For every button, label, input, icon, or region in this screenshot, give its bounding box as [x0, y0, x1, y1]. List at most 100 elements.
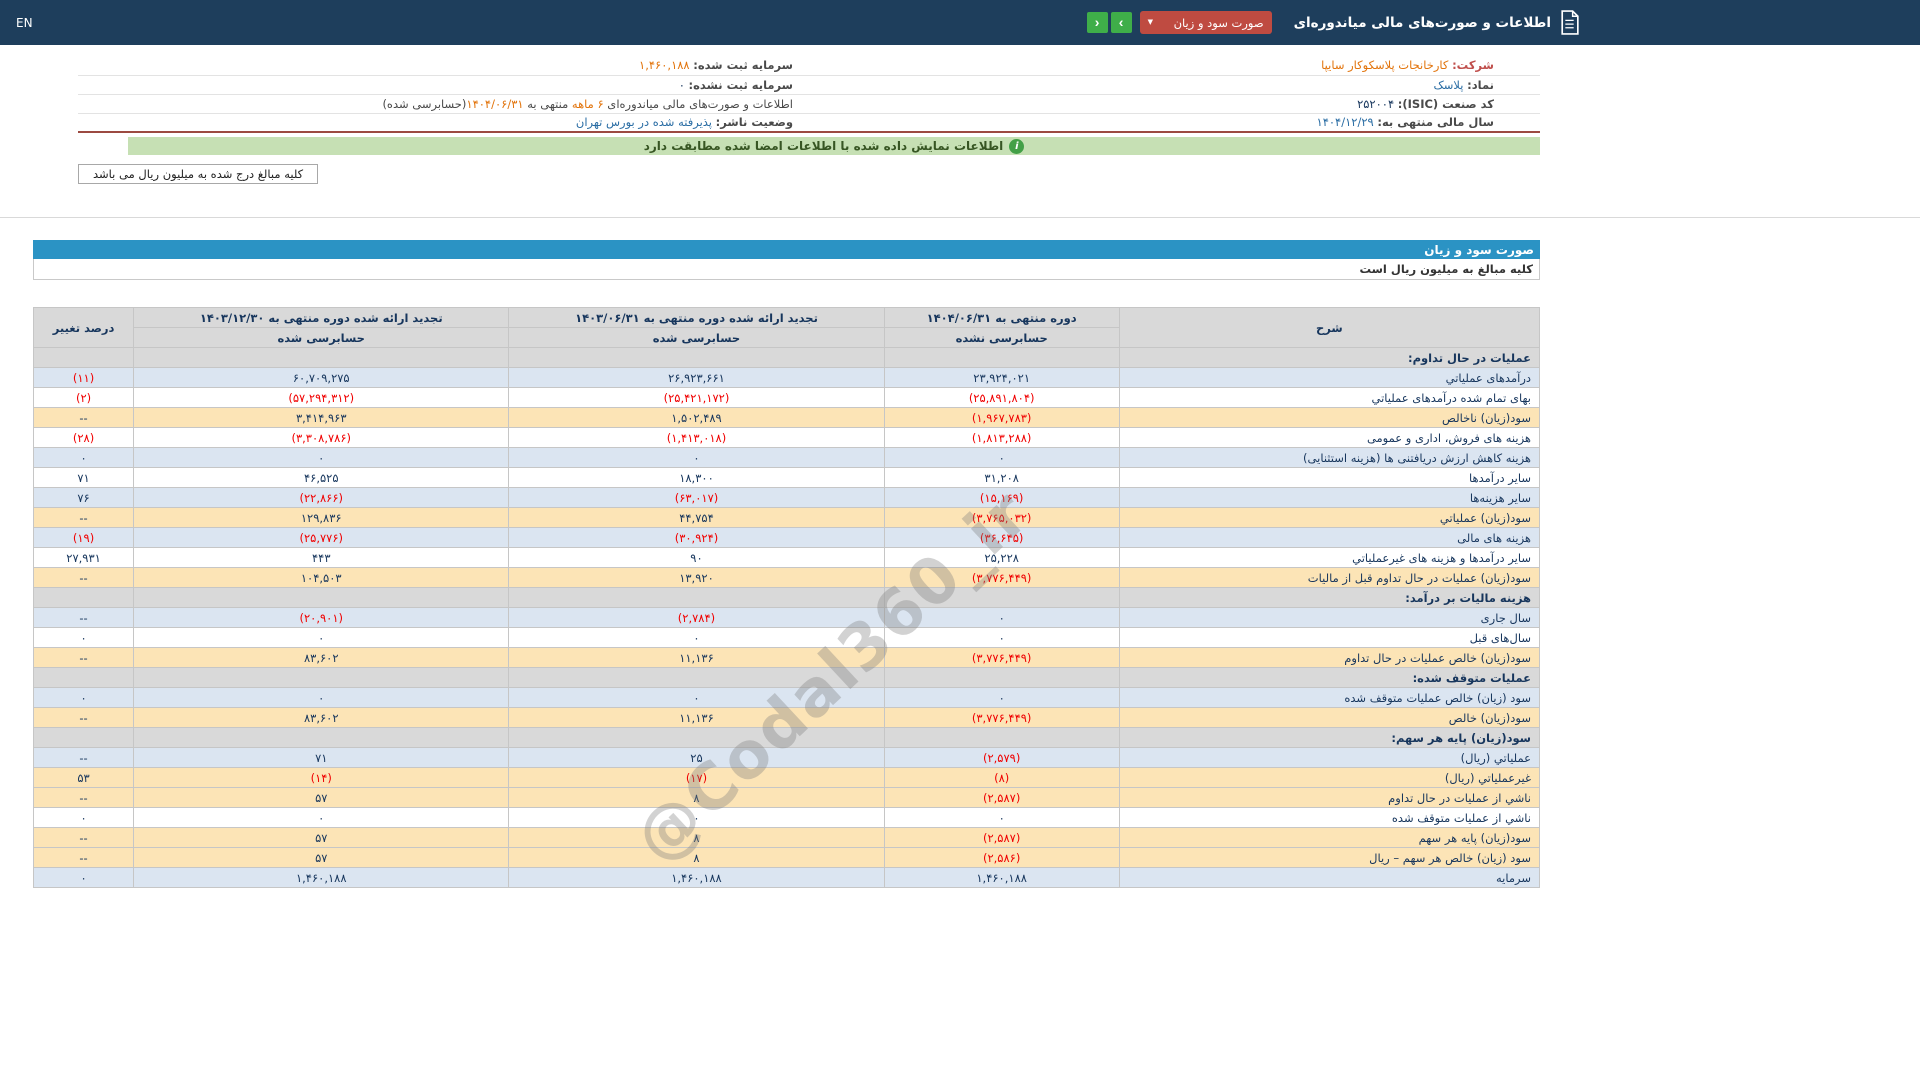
row-label: سایر درآمدها و هزینه های غیرعملیاتي: [1118, 547, 1541, 568]
period-value: ۸۳,۶۰۲: [133, 647, 510, 668]
statement-row: سال جاری ۰ (۲,۷۸۴) (۲۰,۹۰۱) --: [32, 607, 1541, 628]
change-percent-value: ۰: [32, 627, 135, 648]
change-percent-value: --: [32, 407, 135, 428]
change-percent-value: --: [32, 647, 135, 668]
change-percent-value: [32, 347, 135, 368]
row-label: عملیاتي (ریال): [1118, 747, 1541, 768]
change-percent-value: [32, 587, 135, 608]
change-percent-value: [32, 667, 135, 688]
change-percent-value: --: [32, 507, 135, 528]
change-percent-value: (۲): [32, 387, 135, 408]
period-value: (۲۵,۷۷۶): [133, 527, 510, 548]
statement-table-body: عملیات در حال تداوم: درآمدهای عملیاتي ۲۳,۹…: [32, 347, 1541, 888]
period-value: ۰: [508, 447, 885, 468]
period-value: ۴۴۳: [133, 547, 510, 568]
row-label: غیرعملیاتي (ریال): [1118, 767, 1541, 788]
registered-capital-value: ۱,۴۶۰,۱۸۸: [639, 58, 690, 73]
period-value: (۲,۷۸۴): [508, 607, 885, 628]
statement-section: صورت سود و زیان کلیه مبالغ به میلیون ریا…: [32, 240, 1541, 888]
period-value: ۲۵,۲۲۸: [883, 547, 1120, 568]
statement-row: سود(زیان) عملیاتي (۳,۷۶۵,۰۳۲) ۴۴,۷۵۴ ۱۲۹,۸۳…: [32, 507, 1541, 528]
period-value: [133, 727, 510, 748]
row-label: سال جاری: [1118, 607, 1541, 628]
period-value: ۰: [883, 607, 1120, 628]
period-value: ۰: [133, 687, 510, 708]
period-value: ۱۸,۳۰۰: [508, 467, 885, 488]
statement-row: سال‌های قبل ۰ ۰ ۰ ۰: [32, 627, 1541, 648]
company-name-label: شرکت:: [1452, 58, 1494, 73]
statement-row: هزینه کاهش ارزش دریافتنی ها (هزینه استثن…: [32, 447, 1541, 468]
issuer-status-value: پذیرفته شده در بورس تهران: [575, 115, 713, 130]
statement-row: ناشي از عملیات در حال تداوم (۲,۵۸۷) ۸ ۵۷ --: [32, 787, 1541, 808]
row-label: سود (زیان) خالص هر سهم – ریال: [1118, 847, 1541, 868]
change-percent-value: (۲۸): [32, 427, 135, 448]
statement-row: درآمدهای عملیاتي ۲۳,۹۲۴,۰۲۱ ۲۶,۹۲۳,۶۶۱ ۶۰,۷…: [32, 367, 1541, 388]
statement-row: سود (زیان) خالص هر سهم – ریال (۲,۵۸۶) ۸ ۵۷-…: [32, 847, 1541, 868]
period-value: ۲۳,۹۲۴,۰۲۱: [883, 367, 1120, 388]
period-value: ۲۶,۹۲۳,۶۶۱: [508, 367, 885, 388]
period-value: [883, 667, 1120, 688]
change-percent-value: --: [32, 607, 135, 628]
period-value: ۷۱: [133, 747, 510, 768]
period-value: (۸): [883, 767, 1120, 788]
period-value: [883, 727, 1120, 748]
period-value: ۰: [133, 807, 510, 828]
prev-period-button[interactable]: ‹: [1086, 12, 1108, 33]
change-percent-value: ۰: [32, 867, 135, 888]
row-label: سایر درآمدها: [1118, 467, 1541, 488]
period-end-date-value: ۱۴۰۴/۰۶/۳۱: [466, 96, 524, 111]
period-value: ۱۲۹,۸۳۶: [133, 507, 510, 528]
company-info-row: شرکت: کارخانجات پلاسکوکار سایپا سرمایه ث…: [78, 56, 1540, 76]
period-value: ۸۳,۶۰۲: [133, 707, 510, 728]
change-percent-value: --: [32, 827, 135, 848]
income-statement-table: شرح دوره منتهی به ۱۴۰۴/۰۶/۳۱ تجدید ارائه…: [32, 307, 1541, 888]
row-label: سود(زیان) پایه هر سهم: [1118, 827, 1541, 848]
statement-row: ناشي از عملیات متوقف شده ۰ ۰ ۰ ۰: [32, 807, 1541, 828]
period-value: (۱۷): [508, 767, 885, 788]
row-label: سود(زیان) عملیات در حال تداوم قبل از مال…: [1118, 567, 1541, 588]
column-header-period-prior: تجدید ارائه شده دوره منتهی به ۱۴۰۳/۰۶/۳۱: [508, 307, 885, 328]
period-value: (۱,۸۱۳,۲۸۸): [883, 427, 1120, 448]
period-value: ۴۴,۷۵۴: [508, 507, 885, 528]
statement-row: سود (زیان) خالص عملیات متوقف شده ۰ ۰ ۰ ۰: [32, 687, 1541, 708]
statement-row: سود(زیان) پایه هر سهم (۲,۵۸۷) ۸ ۵۷ --: [32, 827, 1541, 848]
change-percent-value: ۵۳: [32, 767, 135, 788]
period-value: ۰: [883, 807, 1120, 828]
row-label: ناشي از عملیات متوقف شده: [1118, 807, 1541, 828]
period-value: ۵۷: [133, 847, 510, 868]
statement-row: سایر درآمدها و هزینه های غیرعملیاتي ۲۵,۲۲…: [32, 547, 1541, 568]
change-percent-value: (۱۱): [32, 367, 135, 388]
next-period-button[interactable]: ›: [1110, 12, 1132, 33]
row-label: عملیات در حال تداوم:: [1118, 347, 1541, 368]
period-value: ۱۱,۱۳۶: [508, 647, 885, 668]
period-value: ۱۰۴,۵۰۳: [133, 567, 510, 588]
statement-type-dropdown[interactable]: صورت سود و زیان ▼: [1139, 11, 1272, 34]
period-value: ۰: [133, 447, 510, 468]
row-label: سال‌های قبل: [1118, 627, 1541, 648]
period-value: ۲۵: [508, 747, 885, 768]
audit-status-note: (حسابرسی شده): [382, 96, 467, 111]
row-label: سایر هزینه‌ها: [1118, 487, 1541, 508]
period-value: [133, 347, 510, 368]
period-value: (۶۳,۰۱۷): [508, 487, 885, 508]
statement-type-selected-value: صورت سود و زیان: [1173, 15, 1264, 30]
period-value: (۳,۷۶۵,۰۳۲): [883, 507, 1120, 528]
period-value: ۰: [508, 687, 885, 708]
change-percent-value: ۰: [32, 447, 135, 468]
isic-value: ۲۵۲۰۰۴: [1357, 96, 1395, 111]
company-info-row: کد صنعت (ISIC): ۲۵۲۰۰۴ اطلاعات و صورت‌ها…: [78, 94, 1540, 114]
column-header-period-annual: تجدید ارائه شده دوره منتهی به ۱۴۰۳/۱۲/۳۰: [133, 307, 510, 328]
company-name-value[interactable]: کارخانجات پلاسکوکار سایپا: [1321, 58, 1448, 72]
top-navbar: اطلاعات و صورت‌های مالی میاندوره‌ای صورت…: [0, 0, 1920, 45]
period-value: (۳,۷۷۶,۴۴۹): [883, 707, 1120, 728]
period-info-text: منتهی به: [523, 96, 572, 111]
row-label: هزینه کاهش ارزش دریافتنی ها (هزینه استثن…: [1118, 447, 1541, 468]
page: { "header": { "title": "اطلاعات و صورت‌ه…: [0, 0, 1920, 1080]
period-value: ۸: [508, 847, 885, 868]
language-toggle[interactable]: EN: [16, 16, 33, 30]
symbol-value[interactable]: پلاسک: [1433, 78, 1463, 92]
statement-row: سرمایه ۱,۴۶۰,۱۸۸ ۱,۴۶۰,۱۸۸ ۱,۴۶۰,۱۸۸ ۰: [32, 867, 1541, 888]
unregistered-capital-value: ۰: [678, 77, 685, 92]
company-info-table: شرکت: کارخانجات پلاسکوکار سایپا سرمایه ث…: [78, 56, 1540, 133]
document-icon: [1559, 10, 1580, 35]
